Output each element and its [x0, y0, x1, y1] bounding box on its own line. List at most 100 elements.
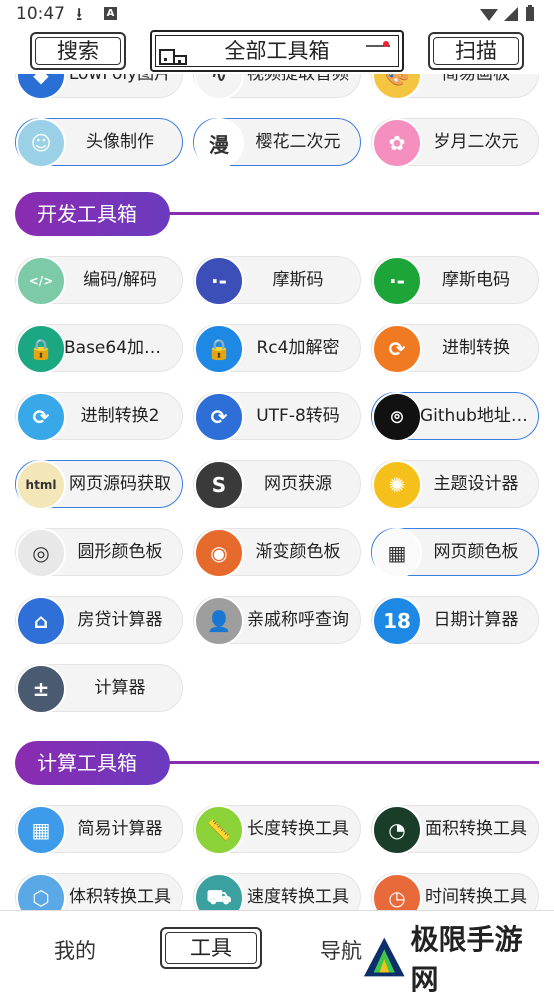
tool-label: 房贷计算器 [77, 610, 163, 630]
truck-icon: ⛟ [194, 873, 244, 910]
tool-item[interactable]: 🔒 Base64加密码 [15, 324, 183, 374]
nav-mine[interactable]: 我的 [54, 935, 96, 965]
tool-item[interactable]: 🎨 简易画板 [371, 74, 539, 100]
radar-icon: ◔ [372, 805, 422, 855]
tool-label: 计算器 [94, 678, 146, 698]
tool-item[interactable]: ± 计算器 [15, 664, 183, 714]
house-icon: ⌂ [16, 596, 66, 646]
refresh-orange-icon: ⟳ [372, 324, 422, 374]
nav-tools[interactable]: 工具 [160, 927, 262, 969]
tool-item[interactable]: ∿ 视频提取音频 [193, 74, 361, 100]
tool-item[interactable]: ☺ 头像制作 [15, 118, 183, 168]
tool-item[interactable]: ⌂ 房贷计算器 [15, 596, 183, 646]
nav-tools-label: 工具 [190, 936, 232, 960]
tool-row: ⌂ 房贷计算器 👤 亲戚称呼查询 18 日期计算器 [0, 596, 554, 646]
tool-item[interactable]: S 网页获源 [193, 460, 361, 510]
morse-telegraph-icon: ·- [372, 256, 422, 306]
tool-row: ◎ 圆形颜色板 ◉ 渐变颜色板 ▦ 网页颜色板 [0, 528, 554, 578]
tool-row: ☺ 头像制作漫樱花二次元 ✿ 岁月二次元 [0, 118, 554, 168]
status-bar: 10:47 ⭳ A [0, 0, 554, 30]
tool-label: 进制转换2 [80, 406, 160, 426]
scan-button-label: 扫描 [455, 39, 497, 63]
tool-label: 摩斯码 [272, 270, 324, 290]
sync-icon: ⟳ [194, 392, 244, 442]
tool-label: 网页源码获取 [69, 474, 171, 494]
palette-icon: 🎨 [372, 74, 422, 100]
tool-item[interactable]: 漫樱花二次元 [193, 118, 361, 168]
tool-label: 樱花二次元 [255, 132, 341, 152]
tool-item[interactable]: ⟳ 进制转换 [371, 324, 539, 374]
lock-icon: 🔒 [16, 324, 66, 374]
tool-item[interactable]: ⛟ 速度转换工具 [193, 873, 361, 910]
html-icon: html [16, 460, 66, 510]
calendar-icon: 18 [372, 596, 422, 646]
tool-item[interactable]: ⟳ 进制转换2 [15, 392, 183, 442]
refresh-blue-icon: ⟳ [16, 392, 66, 442]
tool-label: 长度转换工具 [247, 819, 349, 839]
tool-list[interactable]: ◆ LowPoly图片 ∿ 视频提取音频 🎨 简易画板 ☺ 头像制作漫樱花二次元 ✿ 岁月二次元开… [0, 74, 554, 910]
tool-item[interactable]: ◆ LowPoly图片 [15, 74, 183, 100]
code-icon: </> [16, 256, 66, 306]
tool-item[interactable]: html 网页源码获取 [15, 460, 183, 510]
robot-cat-icon: ✿ [372, 118, 422, 168]
tool-item[interactable]: ⟳ UTF-8转码 [193, 392, 361, 442]
calculator-icon: ± [16, 664, 66, 714]
scan-button[interactable]: 扫描 [428, 32, 524, 70]
section-header: 开发工具箱 [15, 192, 539, 236]
page-title: 全部工具箱 [150, 30, 404, 72]
tool-label: 网页颜色板 [433, 542, 519, 562]
clock-icon: ◷ [372, 873, 422, 910]
tool-row: ⬡ 体积转换工具 ⛟ 速度转换工具 ◷ 时间转换工具 [0, 873, 554, 910]
tool-label: 摩斯电码 [442, 270, 510, 290]
tool-item[interactable]: ·- 摩斯电码 [371, 256, 539, 306]
tool-item[interactable]: ✿ 岁月二次元 [371, 118, 539, 168]
tool-label: 简易计算器 [77, 819, 163, 839]
tool-row: ▦ 简易计算器 📏 长度转换工具 ◔ 面积转换工具 [0, 805, 554, 855]
top-bar: 搜索 全部工具箱 扫描 [0, 28, 554, 74]
tool-item[interactable]: ◎ 圆形颜色板 [15, 528, 183, 578]
cloud-deco-icon [366, 41, 390, 47]
search-button[interactable]: 搜索 [30, 32, 126, 70]
manga-icon: 漫 [194, 118, 244, 168]
ruler-icon: 📏 [194, 805, 244, 855]
tool-row: 🔒 Base64加密码 🔒 Rc4加解密 ⟳ 进制转换 [0, 324, 554, 374]
tool-item[interactable]: ✺ 主题设计器 [371, 460, 539, 510]
tool-item[interactable]: 🔒 Rc4加解密 [193, 324, 361, 374]
tool-label: UTF-8转码 [256, 406, 340, 426]
tool-item[interactable]: ·- 摩斯码 [193, 256, 361, 306]
nav-guide[interactable]: 导航 [320, 935, 362, 965]
tool-label: Github地址解... [420, 406, 532, 426]
tool-label: 体积转换工具 [69, 887, 171, 907]
color-circle-icon: ◎ [16, 528, 66, 578]
color-square-icon: ▦ [372, 528, 422, 578]
tool-label: 网页获源 [264, 474, 332, 494]
tool-label: 简易画板 [442, 74, 510, 84]
tool-item[interactable]: ◔ 面积转换工具 [371, 805, 539, 855]
tool-item[interactable]: 18 日期计算器 [371, 596, 539, 646]
lock-blue-icon: 🔒 [194, 324, 244, 374]
tool-item[interactable]: ▦ 简易计算器 [15, 805, 183, 855]
sublime-icon: S [194, 460, 244, 510]
tool-item[interactable]: 👤 亲戚称呼查询 [193, 596, 361, 646]
calc-simple-icon: ▦ [16, 805, 66, 855]
status-signals [478, 5, 540, 27]
tool-label: 主题设计器 [433, 474, 519, 494]
box-icon: ⬡ [16, 873, 66, 910]
tool-item[interactable]: </> 编码/解码 [15, 256, 183, 306]
watermark-text: 极限手游网 [410, 923, 523, 996]
person-icon: 👤 [194, 596, 244, 646]
tool-item[interactable]: ⌾ Github地址解... [371, 392, 539, 442]
tool-item[interactable]: 📏 长度转换工具 [193, 805, 361, 855]
avatar-boy-icon: ☺ [16, 118, 66, 168]
tool-row: html 网页源码获取 S 网页获源 ✺ 主题设计器 [0, 460, 554, 510]
watermark-logo-icon [363, 937, 405, 977]
tool-item[interactable]: ◉ 渐变颜色板 [193, 528, 361, 578]
tool-item[interactable]: ⬡ 体积转换工具 [15, 873, 183, 910]
page-title-text: 全部工具箱 [224, 39, 330, 63]
tool-label: 日期计算器 [433, 610, 519, 630]
gem-icon: ◆ [16, 74, 66, 100]
status-time: 10:47 [16, 4, 65, 24]
tool-item[interactable]: ◷ 时间转换工具 [371, 873, 539, 910]
wifi-signal-battery-icon [480, 5, 534, 21]
tool-item[interactable]: ▦ 网页颜色板 [371, 528, 539, 578]
